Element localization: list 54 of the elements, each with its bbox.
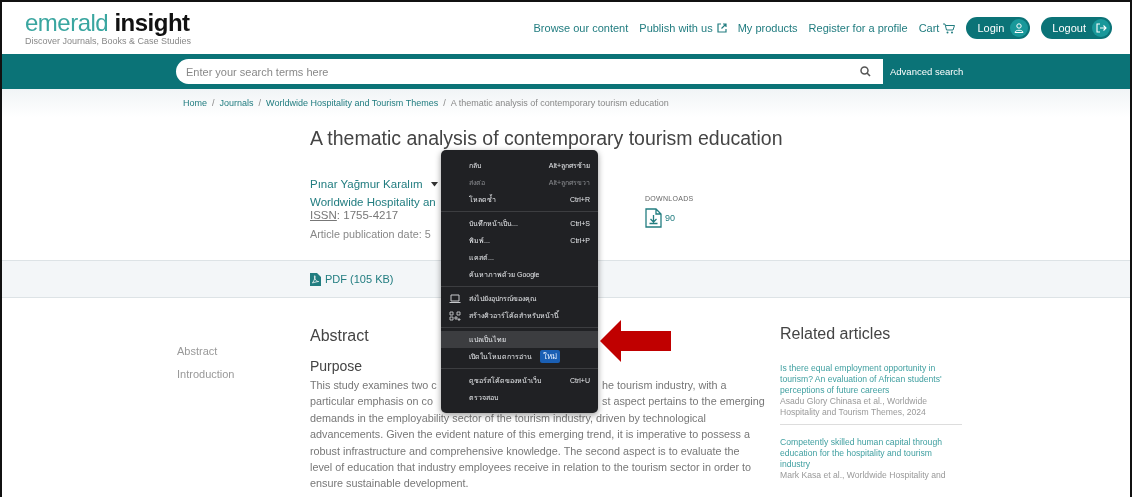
external-link-icon bbox=[716, 23, 727, 33]
user-icon bbox=[1014, 23, 1025, 33]
paragraph-text: demands in the employability sector of the tourism industry, driven by technological bbox=[310, 411, 706, 424]
paragraph-text: particular emphasis on co bbox=[310, 394, 434, 410]
qr-code-icon bbox=[449, 310, 461, 321]
article-title: A thematic analysis of contemporary tourism education bbox=[310, 127, 783, 150]
downloads-count: 90 bbox=[665, 213, 675, 223]
search-icon[interactable] bbox=[860, 66, 871, 77]
breadcrumb-link[interactable]: Home bbox=[183, 98, 207, 108]
paragraph-text: This study examines two c bbox=[310, 378, 437, 393]
section-heading: Abstract bbox=[310, 327, 369, 345]
sidebar-link[interactable]: Abstract bbox=[177, 345, 310, 357]
nav-link[interactable]: Register for a profile bbox=[808, 22, 908, 34]
download-file-icon bbox=[645, 208, 662, 228]
new-badge: ใหม่ bbox=[540, 350, 560, 363]
related-article-meta: Mark Kasa et al., Worldwide Hospitality and bbox=[780, 470, 947, 481]
search-field[interactable]: Enter your search terms here bbox=[176, 59, 883, 84]
related-article-link[interactable]: Is there equal employment opportunity in tourism? An evaluation of African students' perceptions of future careers bbox=[780, 363, 962, 396]
advanced-search-link[interactable]: Advanced search bbox=[890, 66, 964, 77]
nav-link[interactable]: Publish with us bbox=[639, 22, 727, 34]
breadcrumb-separator: / bbox=[443, 98, 446, 108]
related-heading: Related articles bbox=[780, 325, 892, 343]
author-link[interactable]: Pınar Yağmur Karalım bbox=[310, 178, 423, 190]
paragraph-text: level of education that industry employees receive in relation to the tourism sector in order to bbox=[310, 461, 752, 474]
cart-icon bbox=[943, 22, 956, 34]
paragraph-text: he tourism industry, with a bbox=[602, 378, 727, 393]
publication-date: Article publication date: 5 bbox=[310, 228, 431, 240]
login-button[interactable]: Login bbox=[966, 17, 1031, 39]
paragraph-text: ensure sustainable development. bbox=[310, 477, 469, 490]
related-article-link[interactable]: Competently skilled human capital through education for the hospitality and tourism industry bbox=[780, 437, 962, 470]
breadcrumb-separator: / bbox=[258, 98, 262, 108]
logout-button[interactable]: Logout bbox=[1041, 17, 1112, 39]
breadcrumb-separator: / bbox=[212, 98, 215, 108]
issn-text: ISSN: 1755-4217 bbox=[310, 209, 400, 221]
pdf-link[interactable]: PDF (105 KB) bbox=[310, 272, 394, 286]
paragraph-text: robust infrastructure and comprehensive knowledge. The second aspect is to evaluate the bbox=[310, 444, 740, 457]
logo[interactable]: emerald insight bbox=[25, 10, 192, 35]
subsection-heading: Purpose bbox=[310, 358, 363, 374]
logout-icon bbox=[1095, 23, 1107, 33]
nav-link[interactable]: Browse our content bbox=[533, 22, 629, 34]
paragraph-text: st aspect pertains to the emerging bbox=[602, 394, 765, 410]
arrow-icon bbox=[600, 320, 673, 362]
breadcrumb-link[interactable]: Worldwide Hospitality and Tourism Themes bbox=[266, 98, 439, 108]
related-article-meta: Asadu Glory Chinasa et al., Worldwide Hospitality and Tourism Themes, 2024 bbox=[780, 396, 928, 418]
sidebar-link[interactable]: Introduction bbox=[177, 368, 310, 380]
laptop-icon bbox=[449, 293, 461, 304]
breadcrumb-link[interactable]: Journals bbox=[219, 98, 254, 108]
nav-link[interactable]: My products bbox=[737, 22, 798, 34]
pdf-file-icon bbox=[310, 272, 321, 286]
breadcrumb-current: A thematic analysis of contemporary tourism education bbox=[450, 98, 669, 108]
caret-icon[interactable] bbox=[430, 181, 438, 187]
paragraph-text: advancements. Given the evident nature of this emerging trend, it is imperative to possess a bbox=[310, 428, 750, 441]
tagline: Discover Journals, Books & Case Studies bbox=[25, 35, 192, 46]
nav-link[interactable]: Cart bbox=[918, 22, 956, 34]
